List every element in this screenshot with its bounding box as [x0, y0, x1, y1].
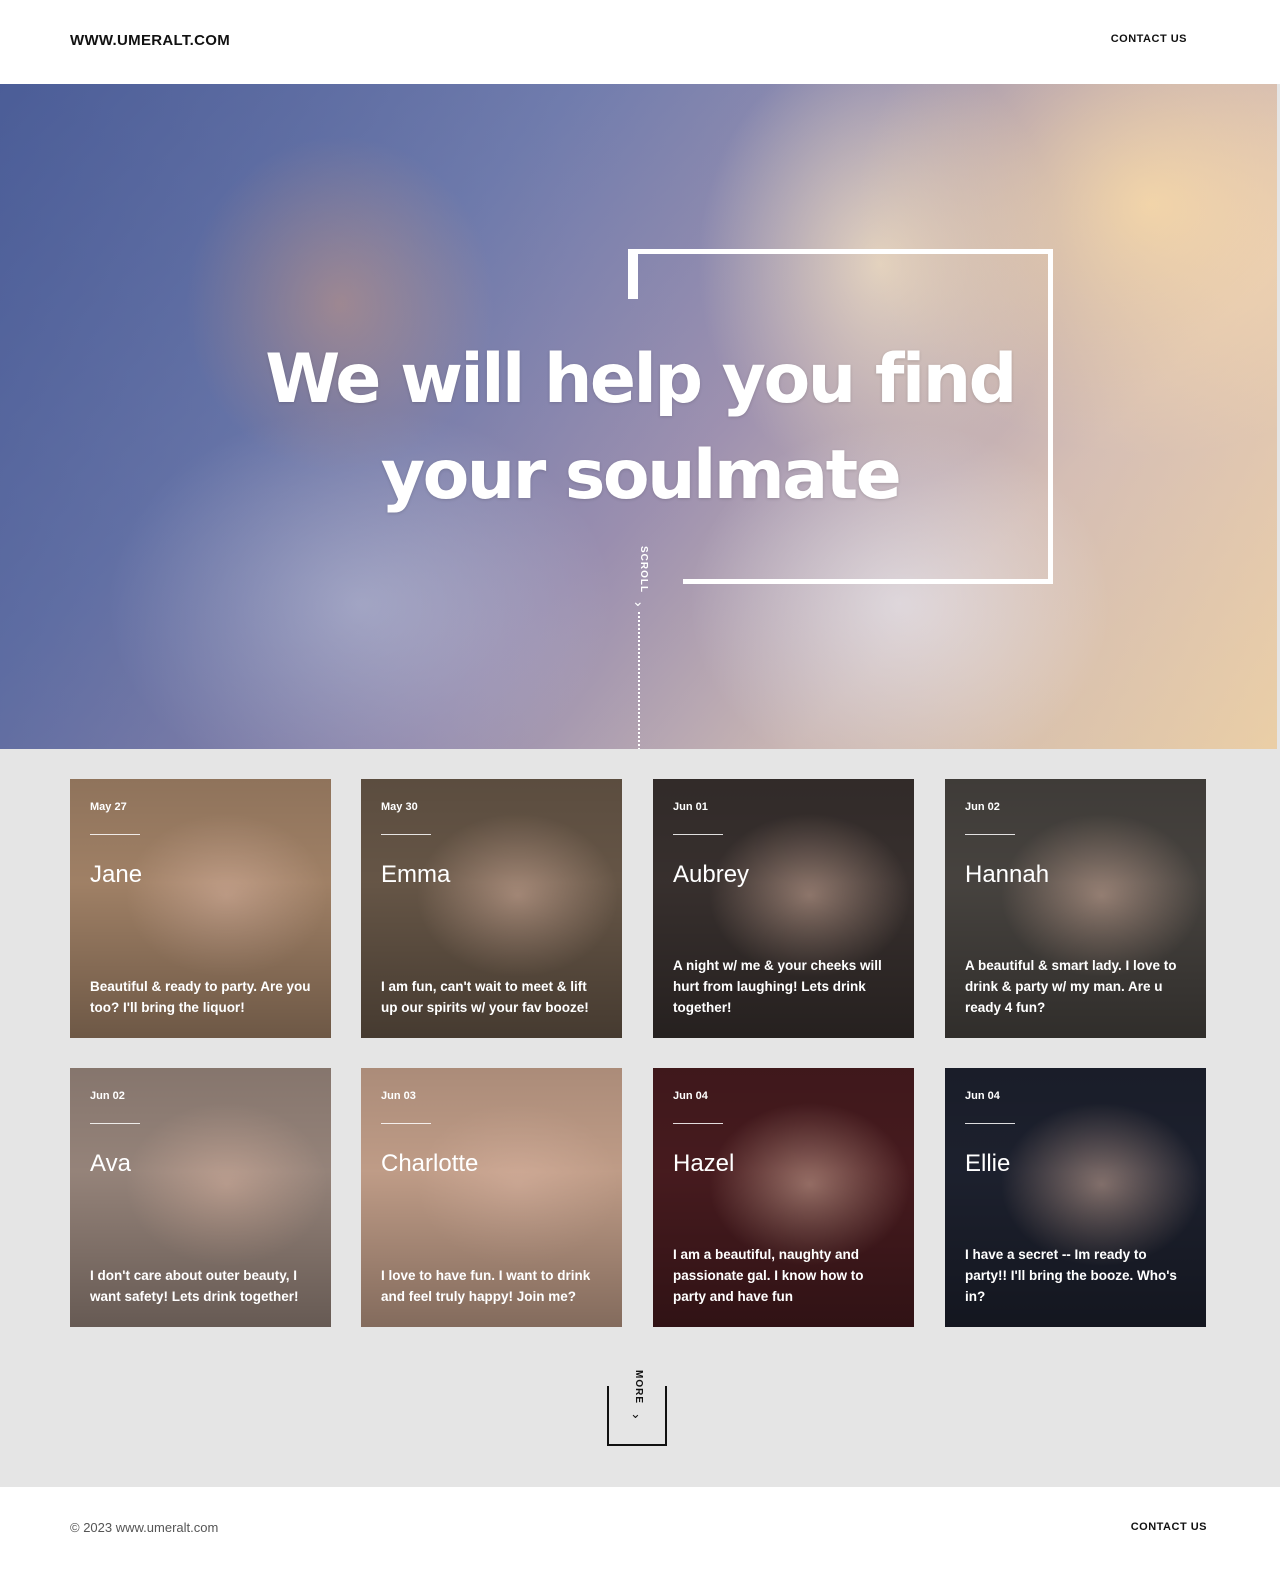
- profile-name: Ellie: [965, 1150, 1011, 1177]
- contact-us-link-header[interactable]: CONTACT US: [1111, 33, 1187, 45]
- profile-date: Jun 02: [965, 801, 1000, 813]
- profile-name: Aubrey: [673, 861, 750, 888]
- more-button[interactable]: MORE ⌄: [607, 1366, 667, 1446]
- site-footer: © 2023 www.umeralt.com CONTACT US: [0, 1487, 1280, 1572]
- chevron-down-icon: ⌄: [630, 1406, 641, 1421]
- hero-headline: We will help you find your soulmate: [240, 332, 1040, 524]
- profile-bio: I am fun, can't wait to meet & lift up o…: [381, 979, 589, 1015]
- divider: [673, 1123, 723, 1124]
- chevron-down-icon: ⌄: [632, 593, 644, 609]
- copyright-text: © 2023 www.umeralt.com: [70, 1520, 219, 1535]
- hero-headline-line2: your soulmate: [380, 436, 902, 515]
- scroll-label: SCROLL: [638, 546, 649, 594]
- profile-bio: A night w/ me & your cheeks will hurt fr…: [673, 958, 882, 1015]
- profile-card[interactable]: Jun 04 Hazel I am a beautiful, naughty a…: [653, 1068, 914, 1327]
- profile-bio: I love to have fun. I want to drink and …: [381, 1268, 591, 1304]
- profile-date: Jun 04: [965, 1090, 1000, 1102]
- profile-bio: I am a beautiful, naughty and passionate…: [673, 1247, 864, 1304]
- site-logo-link[interactable]: WWW.UMERALT.COM: [70, 32, 230, 49]
- divider: [90, 1123, 140, 1124]
- more-label: MORE: [633, 1370, 644, 1404]
- profile-date: Jun 04: [673, 1090, 708, 1102]
- divider: [965, 834, 1015, 835]
- divider: [381, 1123, 431, 1124]
- profile-date: Jun 02: [90, 1090, 125, 1102]
- profile-card-grid: May 27 Jane Beautiful & ready to party. …: [70, 779, 1206, 1328]
- profile-date: Jun 01: [673, 801, 708, 813]
- profile-card[interactable]: Jun 03 Charlotte I love to have fun. I w…: [361, 1068, 622, 1327]
- profile-bio: I have a secret -- Im ready to party!! I…: [965, 1247, 1177, 1304]
- profile-name: Hannah: [965, 861, 1050, 888]
- profile-date: May 27: [90, 801, 127, 813]
- profile-card[interactable]: Jun 02 Ava I don't care about outer beau…: [70, 1068, 331, 1327]
- profile-card[interactable]: May 27 Jane Beautiful & ready to party. …: [70, 779, 331, 1038]
- hero-banner: We will help you find your soulmate SCRO…: [0, 84, 1277, 749]
- profile-name: Jane: [90, 861, 143, 888]
- profile-name: Charlotte: [381, 1150, 479, 1177]
- contact-us-link-footer[interactable]: CONTACT US: [1131, 1521, 1207, 1533]
- profile-date: May 30: [381, 801, 418, 813]
- divider: [673, 834, 723, 835]
- profile-bio: I don't care about outer beauty, I want …: [90, 1268, 299, 1304]
- divider: [381, 834, 431, 835]
- divider: [90, 834, 140, 835]
- profile-card[interactable]: Jun 04 Ellie I have a secret -- Im ready…: [945, 1068, 1206, 1327]
- profile-name: Hazel: [673, 1150, 735, 1177]
- profile-date: Jun 03: [381, 1090, 416, 1102]
- scroll-dotted-line: [638, 612, 640, 749]
- profile-name: Ava: [90, 1150, 131, 1177]
- scroll-indicator[interactable]: SCROLL ⌄: [627, 546, 651, 749]
- profile-bio: A beautiful & smart lady. I love to drin…: [965, 958, 1177, 1015]
- hero-headline-line1: We will help you find: [265, 340, 1017, 419]
- site-header: WWW.UMERALT.COM CONTACT US: [0, 0, 1280, 84]
- profile-card[interactable]: Jun 01 Aubrey A night w/ me & your cheek…: [653, 779, 914, 1038]
- profile-card[interactable]: May 30 Emma I am fun, can't wait to meet…: [361, 779, 622, 1038]
- divider: [965, 1123, 1015, 1124]
- profile-bio: Beautiful & ready to party. Are you too?…: [90, 979, 311, 1015]
- profile-card[interactable]: Jun 02 Hannah A beautiful & smart lady. …: [945, 779, 1206, 1038]
- profile-name: Emma: [381, 861, 451, 888]
